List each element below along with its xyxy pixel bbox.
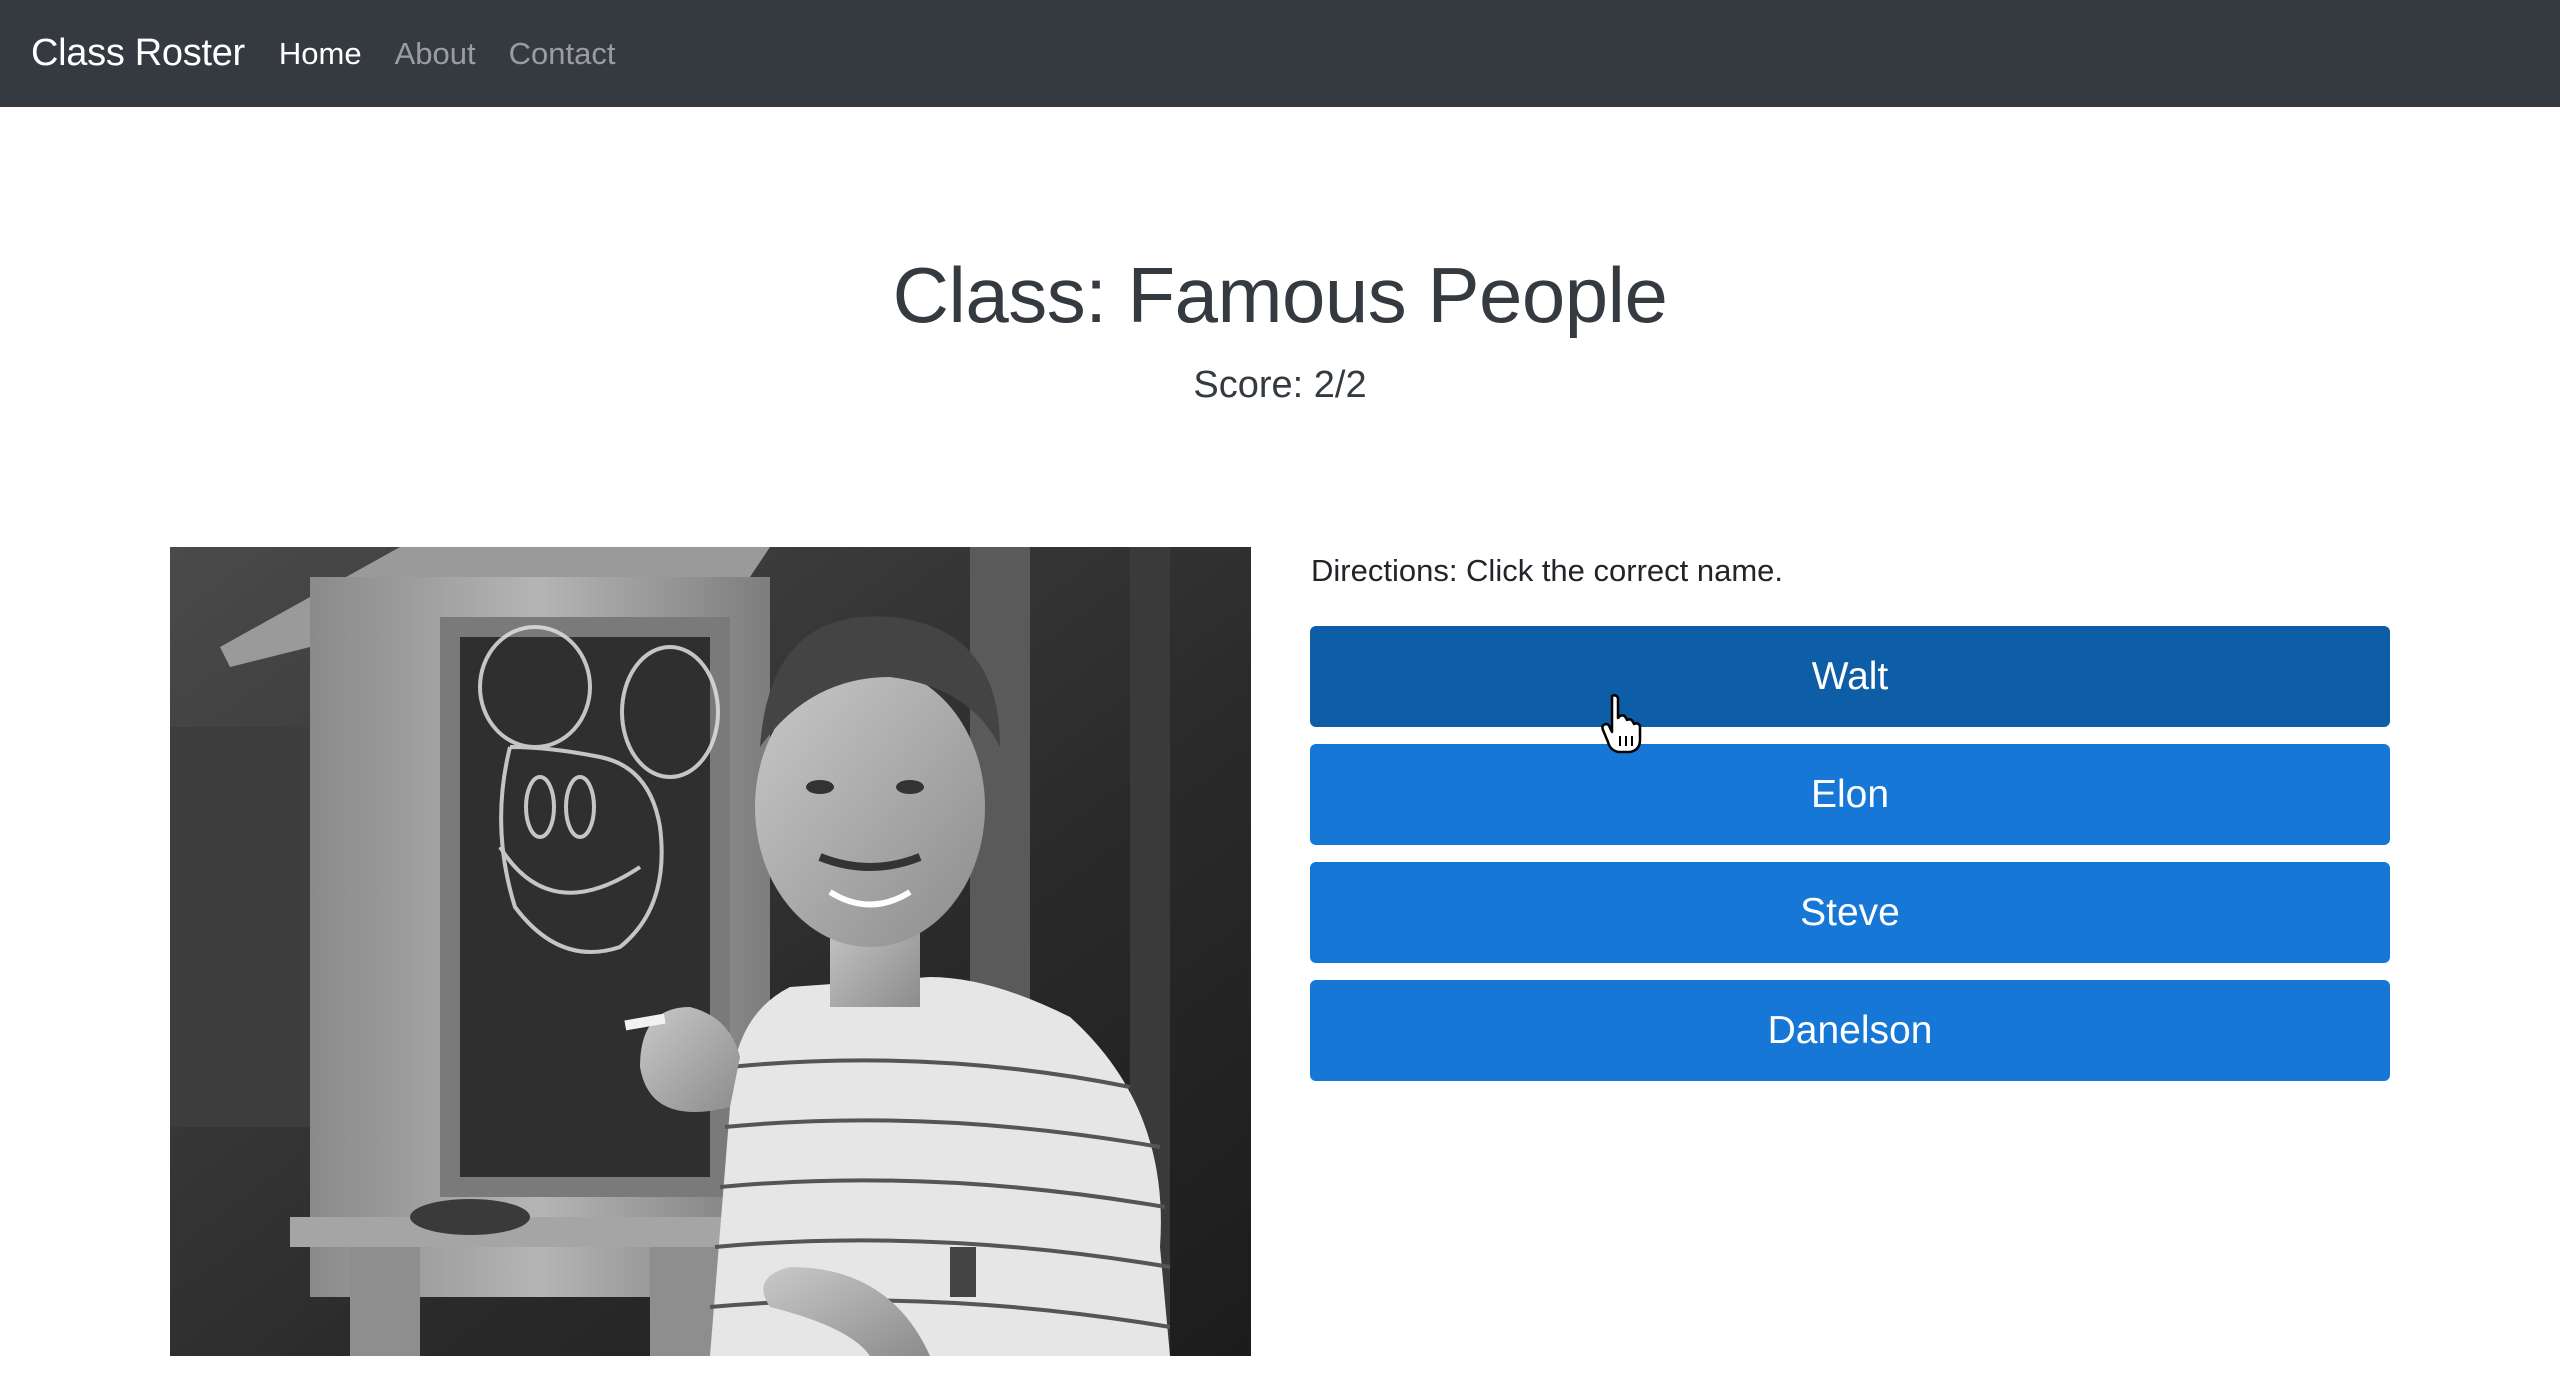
nav-link-about[interactable]: About bbox=[395, 36, 476, 72]
nav-link-home[interactable]: Home bbox=[279, 36, 362, 72]
navbar: Class Roster Home About Contact bbox=[0, 0, 2560, 107]
directions-text: Directions: Click the correct name. bbox=[1311, 553, 1784, 588]
person-photo bbox=[170, 547, 1251, 1356]
choice-button-steve[interactable]: Steve bbox=[1310, 862, 2390, 963]
nav-link-contact[interactable]: Contact bbox=[509, 36, 616, 72]
score-text: Score: 2/2 bbox=[1193, 364, 1367, 406]
choice-button-danelson[interactable]: Danelson bbox=[1310, 980, 2390, 1081]
page-title: Class: Famous People bbox=[892, 251, 1668, 339]
brand-link[interactable]: Class Roster bbox=[31, 32, 245, 75]
choice-button-walt[interactable]: Walt bbox=[1310, 626, 2390, 727]
choice-button-elon[interactable]: Elon bbox=[1310, 744, 2390, 845]
